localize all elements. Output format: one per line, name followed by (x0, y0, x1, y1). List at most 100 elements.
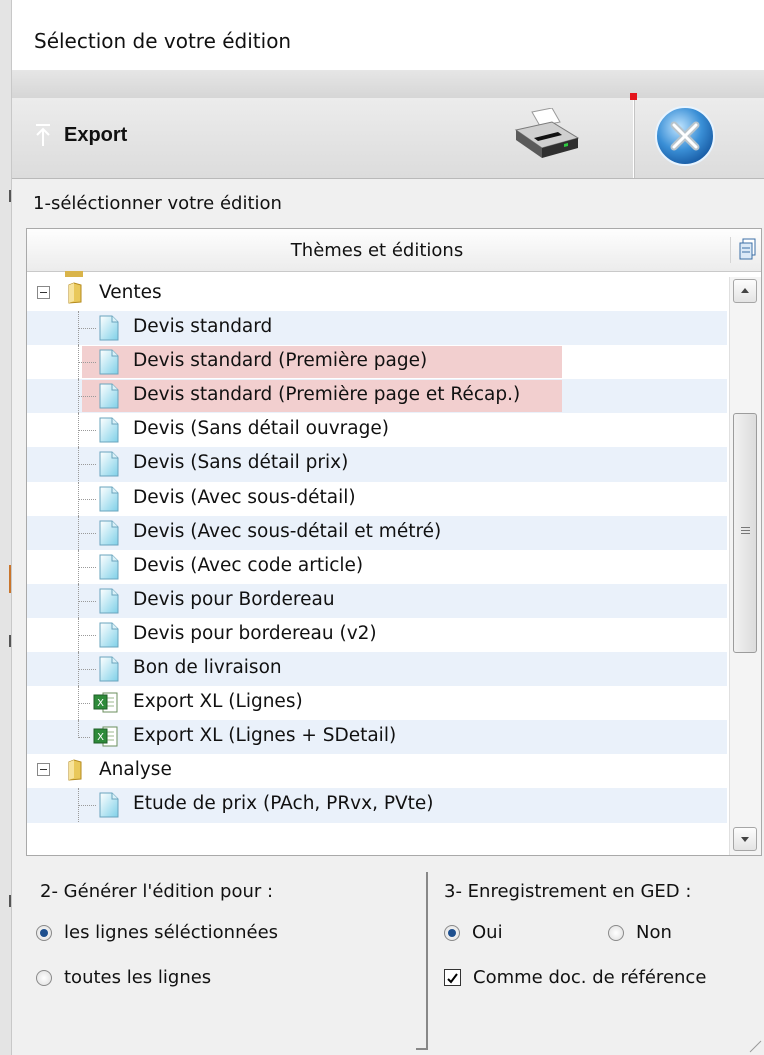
tree-item[interactable]: Devis (Avec code article) (27, 549, 727, 584)
printer-icon[interactable] (512, 108, 582, 160)
tree-header-label: Thèmes et éditions (290, 240, 464, 261)
tree-item-selected[interactable]: Devis standard (Première page et Récap.) (27, 379, 727, 414)
radio-dot (608, 924, 624, 941)
tree-row-label: Devis (Avec sous-détail et métré) (133, 520, 442, 542)
tree-row-label: Etude de prix (PAch, PRvx, PVte) (133, 793, 434, 815)
export-arrow-icon (36, 124, 50, 146)
chevron-down-icon (741, 837, 749, 842)
resize-grip-icon[interactable] (748, 1039, 762, 1053)
radio-dot-checked (36, 924, 52, 941)
tree-item-selected[interactable]: Devis standard (Première page) (27, 345, 727, 380)
folder-icon (68, 282, 82, 304)
folder-icon (68, 759, 82, 781)
export-label: Export (64, 123, 128, 146)
tree-header: Thèmes et éditions (27, 229, 761, 272)
edge-marker (9, 565, 11, 593)
collapse-toggle[interactable] (37, 763, 50, 777)
tree-item[interactable]: Devis standard (27, 311, 727, 346)
report-doc-icon (99, 520, 119, 546)
chevron-up-icon (741, 288, 749, 293)
window-title: Sélection de votre édition (34, 29, 292, 53)
ged-section-label: 3- Enregistrement en GED : (444, 881, 692, 902)
column-chooser-icon[interactable] (730, 237, 759, 263)
report-doc-icon (99, 486, 119, 512)
window-left-edge (0, 0, 12, 1055)
toolbar: Export (12, 93, 764, 179)
tree-row-label: Devis (Avec sous-détail) (133, 486, 356, 508)
radio-label: Oui (472, 922, 503, 943)
tree-row-label: Bon de livraison (133, 657, 282, 679)
report-doc-icon (99, 383, 119, 409)
tree-item[interactable]: X Export XL (Lignes) (27, 686, 727, 721)
checkbox-label: Comme doc. de référence (473, 967, 707, 988)
section-divider (426, 872, 428, 1050)
report-doc-icon (99, 554, 119, 580)
radio-all-lines[interactable]: toutes les lignes (36, 967, 211, 988)
tree-row-label: Devis standard (133, 316, 273, 338)
report-doc-icon (99, 349, 119, 375)
tree-row-label: Devis pour bordereau (v2) (133, 622, 377, 644)
title-bar: Sélection de votre édition (12, 0, 764, 70)
toolbar-strip (12, 70, 764, 98)
report-doc-icon (99, 315, 119, 341)
tree-item[interactable]: X Export XL (Lignes + SDetail) (27, 720, 727, 755)
report-doc-icon (99, 417, 119, 443)
checkbox-box (444, 969, 461, 986)
tree-item[interactable]: Devis pour Bordereau (27, 583, 727, 618)
tree-row-label: Devis standard (Première page et Récap.) (133, 384, 521, 406)
tree-row-label: Ventes (99, 282, 162, 303)
excel-icon: X (93, 692, 118, 713)
generate-section-label: 2- Générer l'édition pour : (40, 881, 274, 902)
scroll-up-button[interactable] (733, 279, 757, 303)
tree-item[interactable]: Devis (Sans détail prix) (27, 447, 727, 482)
vertical-scrollbar[interactable] (729, 277, 761, 855)
radio-dot-checked (444, 924, 460, 941)
tree-row-label: Devis pour Bordereau (133, 588, 335, 610)
radio-label: Non (636, 922, 672, 943)
tree-row-label: Devis (Avec code article) (133, 554, 364, 576)
svg-text:X: X (97, 732, 104, 743)
radio-dot (36, 969, 52, 986)
tree-item[interactable]: Devis (Avec sous-détail et métré) (27, 515, 727, 550)
tree-row-label: Devis standard (Première page) (133, 350, 428, 372)
report-doc-icon (99, 792, 119, 818)
tree-row-label: Devis (Sans détail ouvrage) (133, 418, 389, 440)
report-tree[interactable]: Thèmes et éditions Ventes Devis standard… (26, 228, 762, 856)
tree-item[interactable]: Devis (Avec sous-détail) (27, 481, 727, 516)
close-icon[interactable] (652, 103, 718, 169)
tree-row-label: Export XL (Lignes + SDetail) (133, 725, 397, 747)
tree-row-label: Export XL (Lignes) (133, 691, 303, 713)
tree-folder-analyse[interactable]: Analyse (27, 754, 727, 788)
scroll-down-button[interactable] (733, 827, 757, 851)
reference-doc-checkbox[interactable]: Comme doc. de référence (444, 967, 706, 988)
radio-selected-lines[interactable]: les lignes séléctionnées (36, 922, 278, 943)
radio-ged-oui[interactable]: Oui (444, 922, 503, 943)
checkmark-icon (447, 973, 458, 984)
radio-label: les lignes séléctionnées (64, 922, 279, 943)
step1-label: 1-séléctionner votre édition (33, 193, 282, 214)
excel-icon: X (93, 726, 118, 747)
report-doc-icon (99, 622, 119, 648)
scroll-thumb[interactable] (733, 413, 757, 653)
tree-rows: Ventes Devis standard Devis standard (Pr… (27, 277, 727, 823)
collapse-toggle[interactable] (37, 286, 50, 299)
radio-label: toutes les lignes (64, 967, 212, 988)
radio-ged-non[interactable]: Non (608, 922, 672, 943)
export-button[interactable]: Export (34, 116, 127, 154)
tree-row-label: Analyse (99, 759, 172, 781)
tree-item[interactable]: Devis pour bordereau (v2) (27, 617, 727, 652)
status-indicator (630, 93, 637, 100)
tree-folder-ventes[interactable]: Ventes (27, 277, 727, 311)
svg-text:X: X (97, 698, 104, 709)
edge-tick (9, 895, 11, 907)
edge-tick (9, 190, 11, 202)
tree-row-label: Devis (Sans détail prix) (133, 452, 349, 474)
tree-item[interactable]: Etude de prix (PAch, PRvx, PVte) (27, 788, 727, 823)
tree-item[interactable]: Bon de livraison (27, 652, 727, 687)
tree-item[interactable]: Devis (Sans détail ouvrage) (27, 413, 727, 448)
options-panel: 2- Générer l'édition pour : les lignes s… (12, 858, 764, 1055)
report-doc-icon (99, 656, 119, 682)
edge-tick (9, 635, 11, 647)
report-doc-icon (99, 451, 119, 477)
toolbar-separator (633, 100, 634, 178)
